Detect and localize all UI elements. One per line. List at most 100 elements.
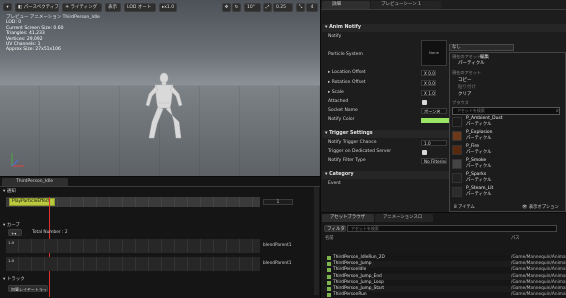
info-approx-size: Approx Size: 27x51x106 [6,47,61,53]
asset-picker-menu: 現在のアセット 編集 パーティクル 現在のアセット コピー 貼り付け クリア ブ… [449,52,566,212]
particle-thumbnail[interactable]: None [421,40,447,66]
section-anim-notify[interactable]: ▾ Anim Notify [322,24,566,32]
asset-item[interactable]: P_Explosion パーティクル [452,130,565,142]
column-path-header[interactable]: パス [511,235,520,241]
column-name-header[interactable]: 名前 [325,235,334,241]
prop-notify-label: Notify [328,34,342,39]
scale-snap-button[interactable]: 0.25 [273,3,293,12]
viewport-options-button[interactable]: ▾ [3,3,12,11]
tab-anim-slot[interactable]: アニメーションスロ [375,214,433,222]
speed-button[interactable]: ▸x1.0 [159,3,177,12]
prop-trigger-dedicated-label: Trigger on Dedicated Server [328,149,392,154]
timeline-panel: ThirdPerson_Idle ▾ 通知 PlayParticleEffect… [0,177,320,298]
curve-row-2[interactable] [6,257,260,271]
file-row[interactable]: ThirdPersonRun/Game/Mannequin/Animatio [324,292,566,298]
prop-event: Event [322,180,459,188]
timeline-scrollbar[interactable] [314,187,319,295]
curve-2-zoom-value: 1.0 [8,258,15,263]
asset-search-input[interactable]: アセットを検索 [452,107,560,115]
asset-type: パーティクル [466,192,492,197]
trigger-dedicated-checkbox[interactable] [422,149,427,155]
socket-name-field[interactable]: ボーン名 [421,108,447,114]
axis-gizmo-icon [11,153,24,167]
scale-x-field[interactable]: X 1.0 [421,90,436,96]
prop-trigger-chance-label: Notify Trigger Chance [328,140,377,145]
prop-rotation-offset-label: ▸ Rotation Offset [328,80,366,85]
asset-item[interactable]: P_Steam_Lit パーティクル [452,186,565,198]
asset-name: P_Ambient_Dust [466,116,503,121]
notify-track-row: PlayParticleEffect [6,197,260,207]
lighting-button[interactable]: ☀ ライティング [62,3,102,12]
file-row[interactable]: ThirdPerson_Jump_End/Game/Mannequin/Anim… [324,273,566,280]
file-name: ThirdPerson_Jump_End [333,273,382,279]
asset-list: P_Ambient_Dust パーティクル P_Explosion パーティクル P_F… [450,116,565,204]
prop-notify-color-label: Notify Color [328,117,355,122]
lighting-label: ライティング [70,5,98,10]
content-search-input[interactable]: アセットを検索 [347,225,557,232]
tab-asset-browser[interactable]: アセットブラウザ [322,214,374,222]
anim-sequence-icon [327,280,331,285]
notify-color-swatch[interactable] [421,117,449,123]
fov-button[interactable]: 10° [244,3,261,12]
rotation-offset-x-field[interactable]: X 0.0 [421,80,436,86]
prop-location-offset-label: ▸ Location Offset [328,70,366,75]
prop-event-label: Event [328,181,341,186]
menu-paste[interactable]: 貼り付け [458,84,476,90]
rotate-icon[interactable]: ↻ [232,3,241,12]
filter-button[interactable]: フィルタ [324,225,346,232]
asset-name: P_Fire [466,144,479,149]
anim-sequence-icon [327,262,331,267]
menu-current-particle[interactable]: パーティクル [458,60,485,66]
browse-header: ブラウズ [452,100,469,105]
search-icon: ⌕ [556,108,559,114]
move-icon[interactable]: ✥ [222,3,231,12]
file-path: /Game/Mannequin/Animatio [511,273,566,279]
asset-item[interactable]: P_Fire パーティクル [452,144,565,156]
notifies-header[interactable]: ▾ 通知 [3,188,16,194]
view-options-button[interactable]: 👁 表示オプション [522,204,559,210]
prop-attached-label: Attached [328,99,349,104]
asset-item[interactable]: P_Smoke パーティクル [452,158,565,170]
asset-name: P_Sparks [466,172,487,177]
viewport[interactable]: ▾ ◧ パースペクティブ ☀ ライティング 表示 LOD オート ▸x1.0 ✥… [0,0,320,176]
add-track-button[interactable]: 加算レイヤートラック [8,285,48,292]
asset-item[interactable]: P_Sparks パーティクル [452,172,565,184]
tab-preview-scene[interactable]: プレビューシーン 1 [371,1,441,9]
file-name: ThirdPersonIdle [333,267,367,273]
curves-header[interactable]: ▾ カーブ [3,222,20,228]
add-curve-button[interactable]: +▾ [8,229,22,236]
prop-notify-color: Notify Color [322,116,459,124]
prop-attached: Attached [322,98,459,106]
asset-thumbnail [452,159,462,169]
prop-rotation-offset: ▸ Rotation Offset X 0.0 [322,79,459,87]
prop-scale: ▸ Scale X 1.0 [322,89,459,97]
perspective-label: パースペクティブ [23,5,59,10]
curve-1-label: blendParent1 [263,243,292,248]
perspective-button[interactable]: ◧ パースペクティブ [15,3,59,12]
menu-clear[interactable]: クリア [458,91,472,97]
prop-trigger-dedicated: Trigger on Dedicated Server [322,148,459,156]
tab-anim-asset[interactable]: ThirdPerson_Idle [2,178,68,186]
tracks-header[interactable]: ▾ トラック [3,276,25,282]
asset-name: P_Steam_Lit [466,186,494,191]
location-offset-x-field[interactable]: X 0.0 [421,70,436,76]
lod-button[interactable]: LOD オート [124,3,156,12]
particle-system-combo[interactable]: なし [449,44,514,51]
asset-name: P_Explosion [466,130,493,135]
curve-row-1[interactable] [6,239,260,253]
scale-snap-icon[interactable]: ⤢ [263,3,272,12]
asset-item[interactable]: P_Ambient_Dust パーティクル [452,116,565,128]
menu-copy[interactable]: コピー [458,77,472,83]
maximize-icon[interactable]: ⤡ [296,3,305,12]
attached-checkbox[interactable] [422,99,427,105]
layouts-button[interactable]: 4 [306,3,318,12]
file-row[interactable]: ThirdPerson_Jump_Loop/Game/Mannequin/Ani… [324,279,566,286]
trigger-chance-field[interactable]: 1.0 [421,140,447,146]
anim-sequence-icon [327,287,331,291]
show-button[interactable]: 表示 [105,3,121,12]
filter-type-dropdown[interactable]: No Filtering [421,158,447,164]
file-row[interactable]: ThirdPersonIdle/Game/Mannequin/Animatio [324,267,566,274]
mannequin-figure [145,72,183,139]
tab-details[interactable]: 詳細 [322,1,370,9]
notify-track-value[interactable]: 1 [263,199,293,205]
